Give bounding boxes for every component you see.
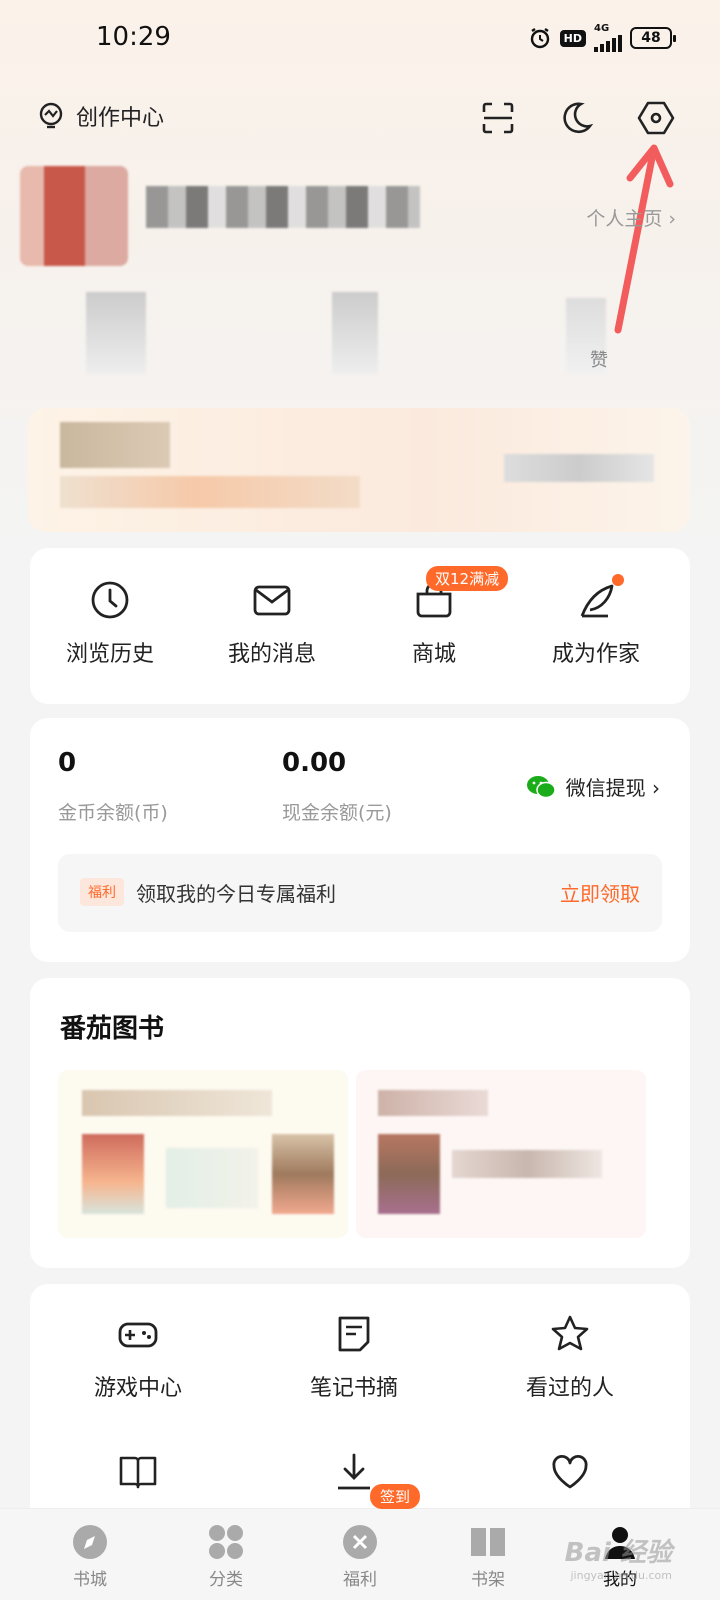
watermark-sub: jingyan.baidu.com xyxy=(570,1569,672,1582)
settings-button[interactable] xyxy=(636,98,676,138)
game-center-label: 游戏中心 xyxy=(93,1376,182,1401)
stat-pixelated-1 xyxy=(86,292,146,374)
notification-dot xyxy=(612,574,624,586)
nav-category[interactable]: 分类 xyxy=(166,1523,286,1590)
stat-like-label: 赞 xyxy=(590,350,608,371)
wechat-withdraw-label: 微信提现 › xyxy=(565,776,660,800)
become-writer-button[interactable]: 成为作家 xyxy=(516,578,676,668)
messages-button[interactable]: 我的消息 xyxy=(192,578,352,668)
books-title: 番茄图书 xyxy=(60,1014,165,1044)
nav-bookshelf[interactable]: 书架 xyxy=(428,1523,548,1590)
book-tile[interactable] xyxy=(356,1070,646,1238)
clock-icon xyxy=(91,581,129,619)
bookshelf-icon xyxy=(471,1528,505,1556)
coins-label: 金币余额(币) xyxy=(58,802,168,824)
sign-in-badge: 签到 xyxy=(370,1484,421,1509)
cash-value: 0.00 xyxy=(282,748,347,778)
quill-icon xyxy=(580,584,614,618)
wechat-icon xyxy=(526,775,556,798)
book-tile[interactable] xyxy=(58,1070,348,1238)
viewed-people-button[interactable]: 看过的人 xyxy=(470,1312,670,1402)
nav-category-label: 分类 xyxy=(209,1570,243,1590)
star-icon xyxy=(551,1315,589,1351)
scan-icon xyxy=(482,102,514,134)
signal-icon: 4G xyxy=(594,24,622,52)
avatar[interactable] xyxy=(20,166,128,266)
profile-link[interactable]: 个人主页 › xyxy=(586,204,676,231)
shop-button[interactable]: 商城 xyxy=(354,578,514,668)
network-type: 4G xyxy=(594,23,610,34)
gift-icon xyxy=(343,1525,377,1559)
become-writer-label: 成为作家 xyxy=(551,642,640,667)
hexagon-settings-icon xyxy=(637,101,675,135)
stat-pixelated-2 xyxy=(332,292,378,374)
category-icon xyxy=(209,1525,243,1559)
wechat-withdraw-button[interactable]: 微信提现 › xyxy=(526,772,660,801)
viewed-people-label: 看过的人 xyxy=(525,1376,614,1401)
lightbulb-icon xyxy=(39,102,63,129)
note-icon xyxy=(338,1316,370,1352)
welfare-bar[interactable]: 福利 领取我的今日专属福利 立即领取 xyxy=(58,854,662,932)
nav-bookstore-label: 书城 xyxy=(73,1570,107,1590)
promo-badge: 双12满减 xyxy=(426,566,509,591)
nav-bookshelf-label: 书架 xyxy=(471,1570,505,1590)
tools-card: 游戏中心 笔记书摘 看过的人 xyxy=(30,1284,690,1524)
welfare-text: 领取我的今日专属福利 xyxy=(136,882,336,906)
download-icon xyxy=(338,1453,370,1490)
books-card: 番茄图书 xyxy=(30,978,690,1268)
status-time: 10:29 xyxy=(96,22,171,52)
messages-label: 我的消息 xyxy=(227,642,316,667)
moon-icon xyxy=(563,102,593,134)
book-icon xyxy=(119,1456,157,1489)
shop-label: 商城 xyxy=(411,642,456,667)
annotation-arrow-icon xyxy=(614,144,674,334)
watermark-text: Bai 经验 xyxy=(564,1538,672,1568)
notes-button[interactable]: 笔记书摘 xyxy=(254,1312,454,1402)
browse-history-label: 浏览历史 xyxy=(65,642,154,667)
battery-icon: 48 xyxy=(630,27,676,49)
nav-bookstore[interactable]: 书城 xyxy=(30,1523,150,1590)
welfare-tag: 福利 xyxy=(80,878,124,906)
coins-value: 0 xyxy=(58,748,77,778)
vip-banner[interactable] xyxy=(28,408,690,532)
creator-center-button[interactable]: 创作中心 xyxy=(36,100,164,132)
heart-icon xyxy=(552,1454,588,1489)
reading-button[interactable] xyxy=(38,1450,238,1494)
battery-level: 48 xyxy=(641,30,661,46)
nav-welfare[interactable]: 福利 xyxy=(300,1523,420,1590)
game-center-button[interactable]: 游戏中心 xyxy=(38,1312,238,1402)
creator-center-label: 创作中心 xyxy=(76,106,165,131)
mail-icon xyxy=(253,585,291,616)
quick-actions-card: 浏览历史 我的消息 商城 双12满减 成为作家 xyxy=(30,548,690,704)
night-mode-button[interactable] xyxy=(556,98,596,138)
nav-welfare-label: 福利 xyxy=(343,1570,377,1590)
notes-label: 笔记书摘 xyxy=(309,1376,398,1401)
alarm-icon xyxy=(530,28,549,49)
status-icons: HD 4G 48 xyxy=(528,24,676,52)
favorites-button[interactable] xyxy=(470,1450,670,1494)
scan-button[interactable] xyxy=(478,98,518,138)
watermark: Bai 经验 jingyan.baidu.com xyxy=(565,1532,672,1582)
browse-history-button[interactable]: 浏览历史 xyxy=(30,578,190,668)
compass-icon xyxy=(73,1525,107,1559)
cash-label: 现金余额(元) xyxy=(282,802,392,824)
username-pixelated xyxy=(146,186,420,228)
hd-badge: HD xyxy=(559,29,586,47)
claim-welfare-button[interactable]: 立即领取 xyxy=(560,878,640,907)
gamepad-icon xyxy=(118,1322,158,1348)
download-button[interactable] xyxy=(254,1450,454,1494)
wallet-card: 0 金币余额(币) 0.00 现金余额(元) 微信提现 › 福利 领取我的今日专… xyxy=(30,718,690,962)
